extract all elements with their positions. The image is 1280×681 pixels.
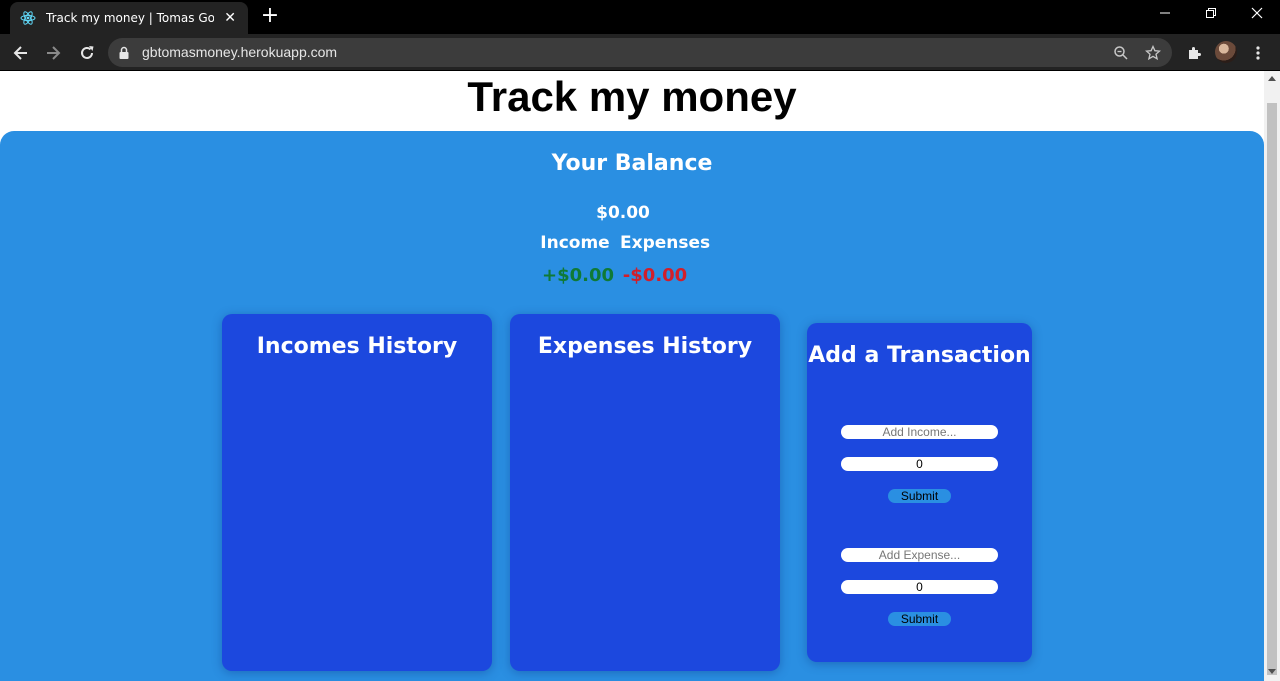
forward-arrow-icon[interactable] <box>40 40 66 66</box>
scroll-down-arrow-icon[interactable] <box>1268 669 1276 674</box>
page-title: Track my money <box>467 73 797 120</box>
back-arrow-icon[interactable] <box>8 40 34 66</box>
add-transaction-card: Add a Transaction Submit Submit <box>807 323 1032 662</box>
balance-heading: Your Balance <box>551 151 713 176</box>
tab-close-icon[interactable]: ✕ <box>222 10 238 26</box>
scrollbar-thumb[interactable] <box>1267 103 1277 675</box>
reload-icon[interactable] <box>74 40 100 66</box>
incomes-history-heading: Incomes History <box>256 334 458 359</box>
expenses-total: -$0.00 <box>622 265 688 286</box>
browser-tab[interactable]: Track my money | Tomas Gomez ✕ <box>10 2 248 34</box>
tab-title: Track my money | Tomas Gomez <box>46 11 215 25</box>
expense-description-input[interactable] <box>841 548 998 562</box>
balance-amount: $0.00 <box>596 203 650 223</box>
incomes-history-card: Incomes History <box>222 314 492 671</box>
add-transaction-heading: Add a Transaction <box>808 343 1031 368</box>
income-amount-input[interactable] <box>841 457 998 471</box>
scroll-up-arrow-icon[interactable] <box>1268 76 1276 81</box>
restore-icon[interactable] <box>1188 4 1234 28</box>
new-tab-button[interactable]: + <box>258 5 282 28</box>
minimize-icon[interactable] <box>1142 4 1188 28</box>
url-text: gbtomasmoney.herokuapp.com <box>142 44 338 60</box>
expense-submit-button[interactable]: Submit <box>888 612 951 626</box>
close-window-icon[interactable] <box>1234 4 1280 28</box>
profile-avatar[interactable] <box>1215 41 1237 63</box>
extensions-puzzle-icon[interactable] <box>1181 40 1207 66</box>
income-label: Income <box>540 233 610 253</box>
main-panel: Your Balance $0.00 Income Expenses +$0.0… <box>0 131 1264 681</box>
income-total: +$0.00 <box>541 265 615 286</box>
lock-icon <box>118 45 130 64</box>
bookmark-star-icon[interactable] <box>1144 44 1162 62</box>
page-viewport: Track my money Your Balance $0.00 Income… <box>0 71 1264 681</box>
expense-amount-input[interactable] <box>841 580 998 594</box>
address-bar[interactable]: gbtomasmoney.herokuapp.com <box>108 38 1172 67</box>
income-description-input[interactable] <box>841 425 998 439</box>
expenses-history-card: Expenses History <box>510 314 780 671</box>
react-logo-icon <box>20 10 36 26</box>
menu-kebab-icon[interactable] <box>1245 40 1271 66</box>
page-scrollbar[interactable] <box>1264 71 1280 681</box>
tab-strip: Track my money | Tomas Gomez ✕ + <box>0 0 1280 34</box>
browser-toolbar: gbtomasmoney.herokuapp.com <box>0 34 1280 71</box>
income-submit-button[interactable]: Submit <box>888 489 951 503</box>
expenses-history-heading: Expenses History <box>537 334 753 359</box>
zoom-icon[interactable] <box>1112 44 1130 62</box>
expenses-label: Expenses <box>620 233 711 253</box>
